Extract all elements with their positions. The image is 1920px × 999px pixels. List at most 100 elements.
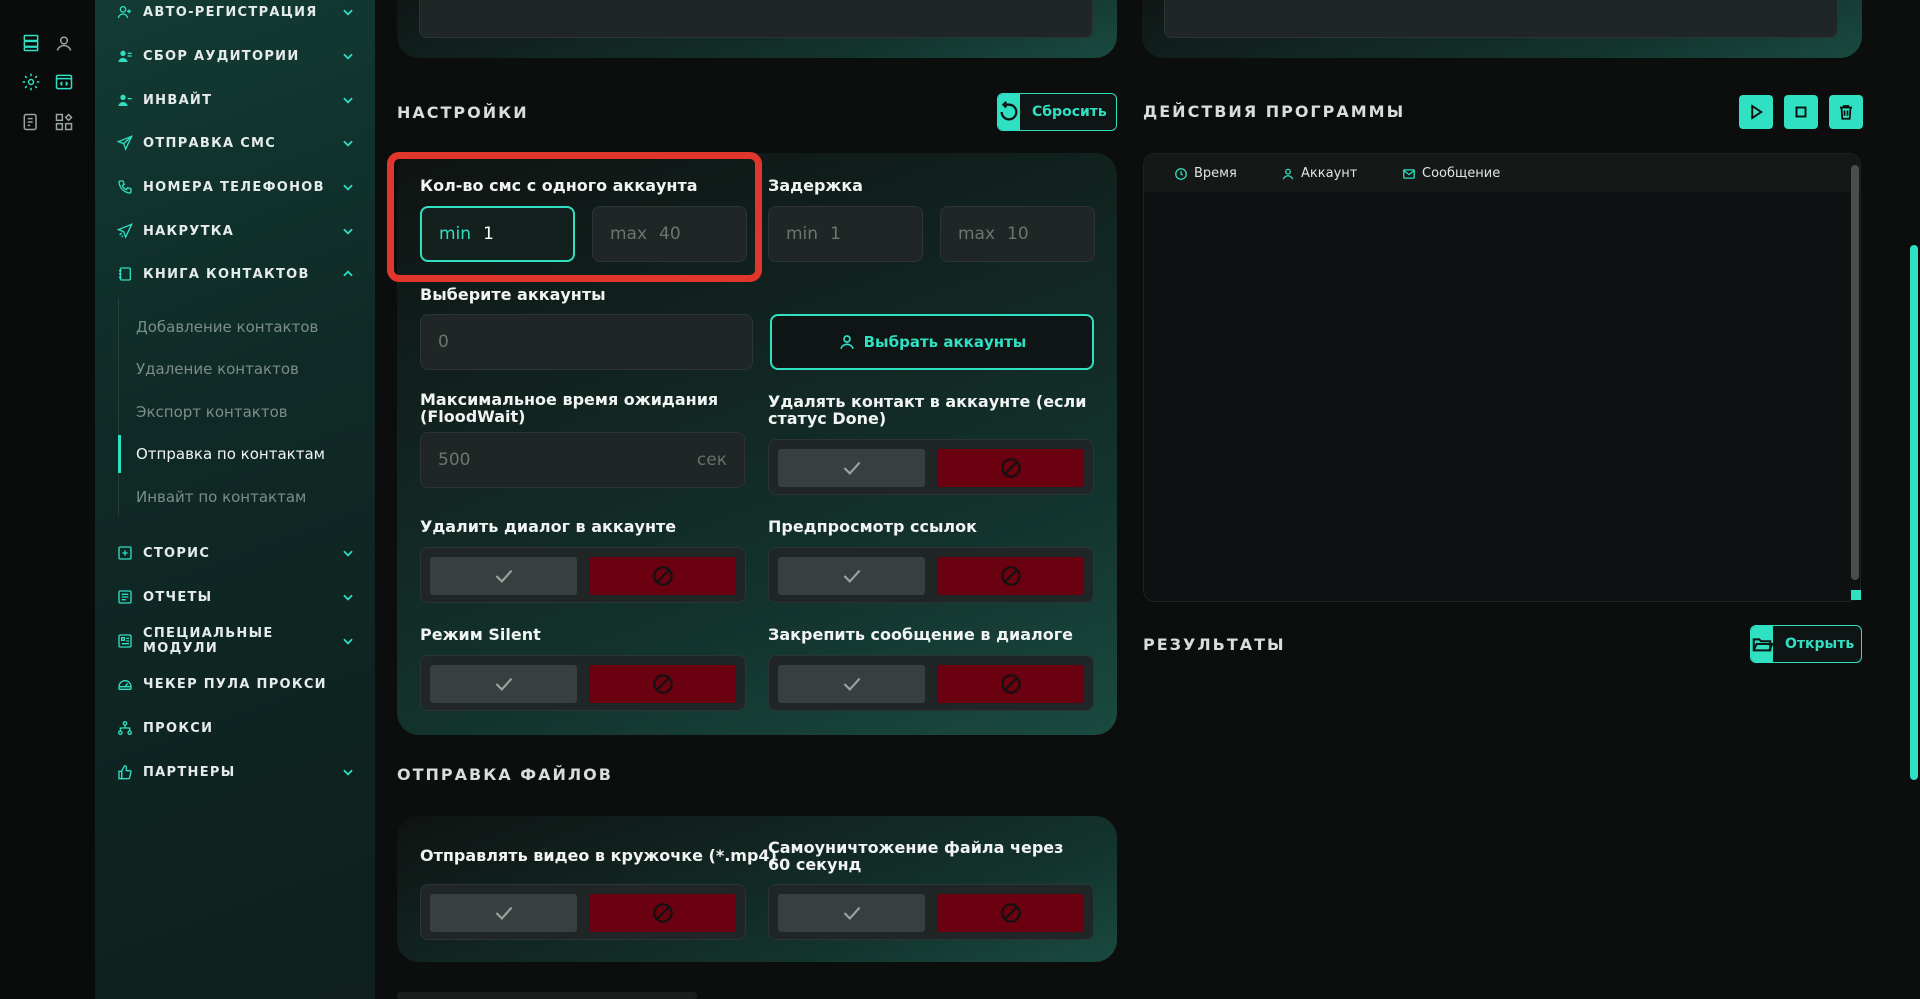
toggle-yes[interactable] [778, 894, 925, 932]
silent-toggle[interactable] [420, 655, 746, 711]
toggle-yes[interactable] [430, 557, 577, 595]
subitem-add-contacts[interactable]: Добавление контактов [136, 318, 318, 336]
sidebar-item-phones[interactable]: НОМЕРА ТЕЛЕФОНОВ [117, 172, 355, 202]
silent-label: Режим Silent [420, 625, 541, 644]
users-icon [117, 47, 135, 65]
user-circle-icon[interactable] [53, 32, 75, 54]
phone-icon [117, 178, 135, 196]
delete-dialog-toggle[interactable] [420, 547, 746, 603]
sidebar-item-reports[interactable]: ОТЧЕТЫ [117, 582, 355, 612]
select-accounts-label: Выбрать аккаунты [863, 333, 1027, 351]
toggle-yes[interactable] [430, 665, 577, 703]
check-icon [495, 677, 512, 691]
subitem-send-to-contacts[interactable]: Отправка по контактам [136, 445, 325, 463]
link-preview-toggle[interactable] [768, 547, 1094, 603]
sidebar-item-label: АВТО-РЕГИСТРАЦИЯ [143, 4, 318, 20]
toggle-no[interactable] [937, 557, 1084, 595]
toggle-no[interactable] [589, 557, 736, 595]
sidebar-item-audience[interactable]: СБОР АУДИТОРИИ [117, 41, 355, 71]
input-prefix: max [958, 224, 996, 244]
delay-min-input[interactable]: min 1 [768, 206, 923, 262]
sidebar-item-boost[interactable]: НАКРУТКА [117, 216, 355, 246]
sidebar-item-label: ОТЧЕТЫ [143, 589, 213, 605]
report-icon [117, 588, 135, 606]
floodwait-input[interactable]: 500 сек [420, 432, 745, 488]
log-scrollbar[interactable] [1851, 165, 1859, 580]
input-value: 1 [830, 224, 841, 244]
play-button[interactable] [1739, 95, 1773, 129]
toggle-no[interactable] [589, 894, 736, 932]
reset-button-label: Сбросить [1032, 104, 1107, 120]
subitem-export-contacts[interactable]: Экспорт контактов [136, 403, 288, 421]
log-resize-handle[interactable] [1851, 590, 1861, 600]
input-value: 10 [1007, 224, 1029, 244]
results-title: РЕЗУЛЬТАТЫ [1143, 635, 1286, 654]
chevron-down-icon [343, 9, 353, 16]
ban-icon [652, 903, 673, 923]
sidebar-item-invite[interactable]: ИНВАЙТ [117, 85, 355, 115]
toggle-no[interactable] [589, 665, 736, 703]
chevron-up-icon [343, 270, 353, 277]
check-icon [495, 569, 512, 583]
ban-icon [1000, 674, 1021, 694]
checklist-icon[interactable] [20, 111, 42, 133]
highlight-box [387, 152, 762, 282]
user-icon [1282, 168, 1294, 179]
open-results-button[interactable]: Открыть [1750, 625, 1862, 663]
pin-message-toggle[interactable] [768, 655, 1094, 711]
toggle-yes[interactable] [778, 449, 925, 487]
user-icon [839, 335, 854, 350]
reset-button[interactable]: Сбросить [997, 93, 1117, 131]
sidebar-item-proxy-checker[interactable]: ЧЕКЕР ПУЛА ПРОКСИ [117, 669, 355, 699]
select-accounts-button[interactable]: Выбрать аккаунты [770, 314, 1094, 370]
settings-title: НАСТРОЙКИ [397, 103, 529, 122]
user-plus-icon [117, 3, 135, 21]
log-header: Время Аккаунт Сообщение [1144, 154, 1860, 192]
subitem-delete-contacts[interactable]: Удаление контактов [136, 360, 299, 378]
widgets-icon[interactable] [53, 111, 75, 133]
delete-contact-label: Удалять контакт в аккаунте (если статус … [768, 392, 1087, 428]
right-top-field[interactable] [1164, 0, 1838, 38]
sidebar-item-sms[interactable]: ОТПРАВКА СМС [117, 128, 355, 158]
clear-button[interactable] [1829, 95, 1863, 129]
stop-button[interactable] [1784, 95, 1818, 129]
sidebar-item-label: ИНВАЙТ [143, 92, 213, 108]
chevron-down-icon [343, 97, 353, 104]
sidebar-item-contact-book[interactable]: КНИГА КОНТАКТОВ [117, 259, 355, 289]
clock-icon [1175, 167, 1187, 180]
actions-log: Время Аккаунт Сообщение [1143, 153, 1861, 602]
toggle-yes[interactable] [778, 557, 925, 595]
sidebar-item-auto-registration[interactable]: АВТО-РЕГИСТРАЦИЯ [117, 0, 355, 27]
sidebar-item-label: ПРОКСИ [143, 720, 214, 736]
gear-icon[interactable] [20, 71, 42, 93]
check-icon [843, 906, 860, 920]
toggle-no[interactable] [937, 449, 1084, 487]
check-icon [843, 461, 860, 475]
sidebar-item-special-modules[interactable]: СПЕЦИАЛЬНЫЕ МОДУЛИ [117, 626, 355, 656]
book-icon [117, 265, 135, 283]
sidebar-item-proxy[interactable]: ПРОКСИ [117, 713, 355, 743]
toggle-yes[interactable] [430, 894, 577, 932]
send-icon [117, 134, 135, 152]
toggle-yes[interactable] [778, 665, 925, 703]
page-scrollbar[interactable] [1910, 245, 1918, 780]
message-textarea[interactable] [419, 0, 1093, 38]
input-value: 500 [438, 450, 471, 470]
sidebar-item-stories[interactable]: СТОРИС [117, 538, 355, 568]
ban-icon [1000, 458, 1021, 478]
sidebar-item-partners[interactable]: ПАРТНЕРЫ [117, 757, 355, 787]
code-window-icon[interactable] [53, 71, 75, 93]
self-destruct-toggle[interactable] [768, 884, 1094, 940]
video-circle-toggle[interactable] [420, 884, 746, 940]
delete-contact-toggle[interactable] [768, 439, 1094, 495]
input-unit: сек [696, 450, 727, 470]
input-prefix: min [786, 224, 819, 244]
accounts-count-input[interactable]: 0 [420, 314, 753, 370]
database-icon[interactable] [20, 32, 42, 54]
delay-max-input[interactable]: max 10 [940, 206, 1095, 262]
toggle-no[interactable] [937, 665, 1084, 703]
message-panel-top [397, 0, 1117, 58]
sidebar-item-label: НОМЕРА ТЕЛЕФОНОВ [143, 179, 325, 195]
subitem-invite-contacts[interactable]: Инвайт по контактам [136, 488, 306, 506]
toggle-no[interactable] [937, 894, 1084, 932]
